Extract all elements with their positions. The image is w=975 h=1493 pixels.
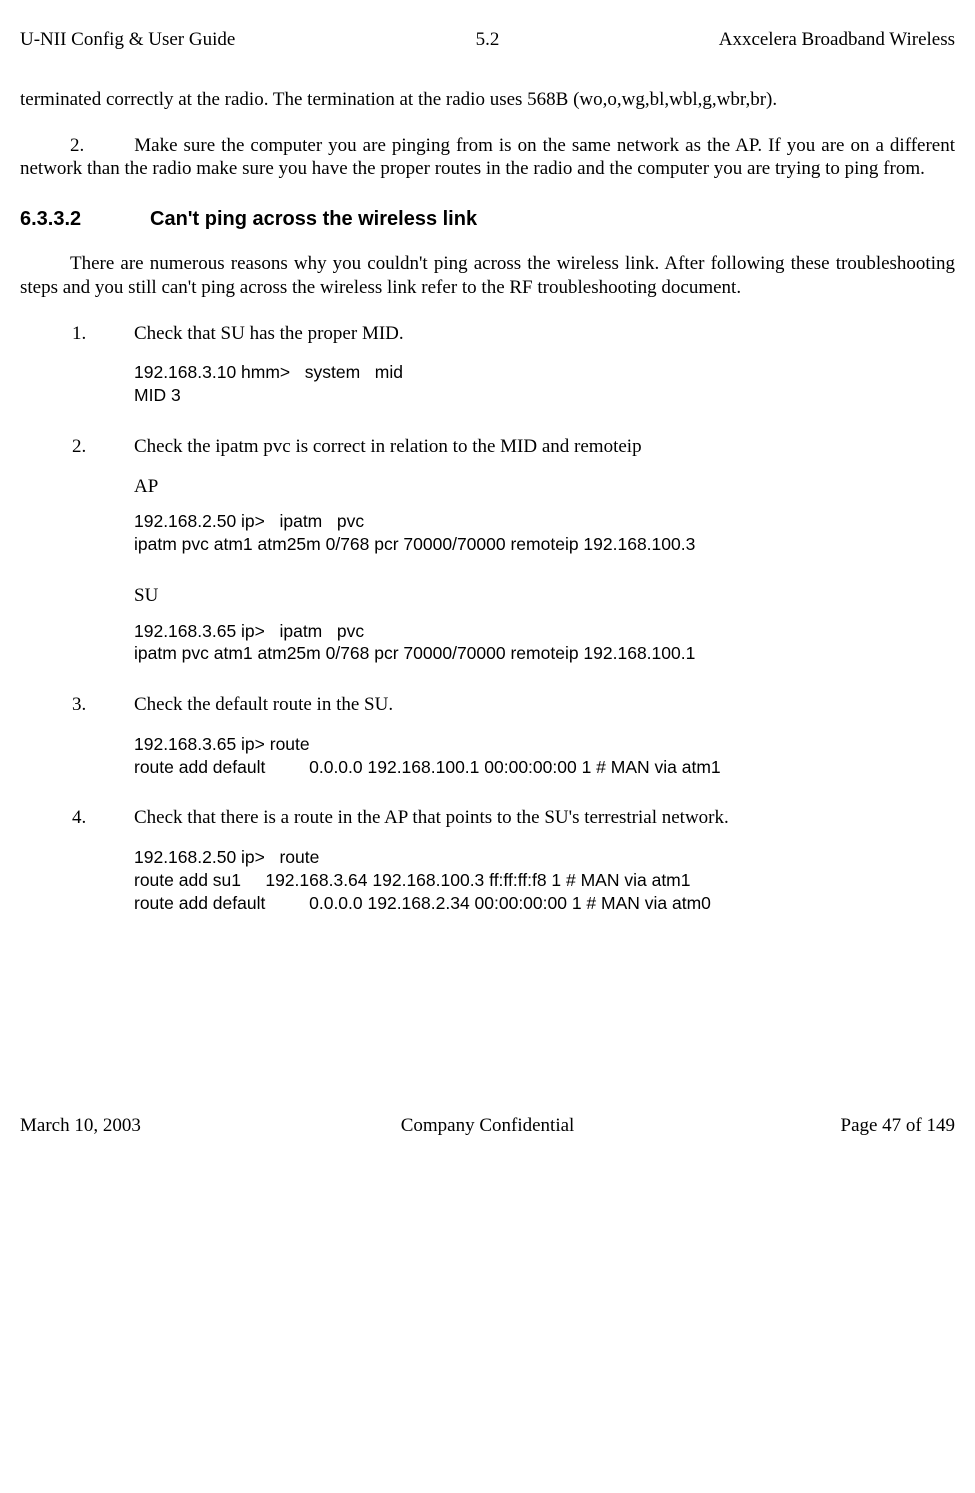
step-3-code: 192.168.3.65 ip> route route add default… <box>134 733 955 779</box>
step-text: Check the ipatm pvc is correct in relati… <box>134 436 642 457</box>
step-2-ap-code: 192.168.2.50 ip> ipatm pvc ipatm pvc atm… <box>134 510 955 556</box>
step-text: Check the default route in the SU. <box>134 694 393 715</box>
header-center: 5.2 <box>332 28 644 52</box>
page-header: U-NII Config & User Guide 5.2 Axxcelera … <box>20 28 955 52</box>
footer-right: Page 47 of 149 <box>643 1114 955 1138</box>
step-3: 3.Check the default route in the SU. <box>20 693 955 717</box>
step-1-code: 192.168.3.10 hmm> system mid MID 3 <box>134 361 955 407</box>
step-text: Check that SU has the proper MID. <box>134 323 404 344</box>
step-4: 4.Check that there is a route in the AP … <box>20 806 955 830</box>
step-2-ap-label: AP <box>134 475 955 499</box>
footer-center: Company Confidential <box>332 1114 644 1138</box>
header-left: U-NII Config & User Guide <box>20 28 332 52</box>
section-number: 6.3.3.2 <box>20 207 150 232</box>
step-text: Check that there is a route in the AP th… <box>134 807 729 828</box>
step-number: 2. <box>72 435 134 459</box>
step-2: 2.Check the ipatm pvc is correct in rela… <box>20 435 955 459</box>
step-1: 1.Check that SU has the proper MID. <box>20 322 955 346</box>
prev-step-2: 2.Make sure the computer you are pinging… <box>20 134 955 182</box>
section-title: Can't ping across the wireless link <box>150 208 477 230</box>
intro-paragraph: terminated correctly at the radio. The t… <box>20 88 955 112</box>
step-2-su-label: SU <box>134 584 955 608</box>
section-intro-text: There are numerous reasons why you could… <box>20 253 955 298</box>
step-number: 1. <box>72 322 134 346</box>
header-right: Axxcelera Broadband Wireless <box>643 28 955 52</box>
step-number: 4. <box>72 806 134 830</box>
footer-left: March 10, 2003 <box>20 1114 332 1138</box>
step-text: Make sure the computer you are pinging f… <box>20 135 955 180</box>
step-2-su-code: 192.168.3.65 ip> ipatm pvc ipatm pvc atm… <box>134 620 955 666</box>
section-heading: 6.3.3.2Can't ping across the wireless li… <box>20 207 955 232</box>
step-number: 3. <box>72 693 134 717</box>
section-intro: There are numerous reasons why you could… <box>20 252 955 300</box>
step-4-code: 192.168.2.50 ip> route route add su1 192… <box>134 846 955 914</box>
page-footer: March 10, 2003 Company Confidential Page… <box>20 1114 955 1138</box>
step-number: 2. <box>70 135 84 156</box>
